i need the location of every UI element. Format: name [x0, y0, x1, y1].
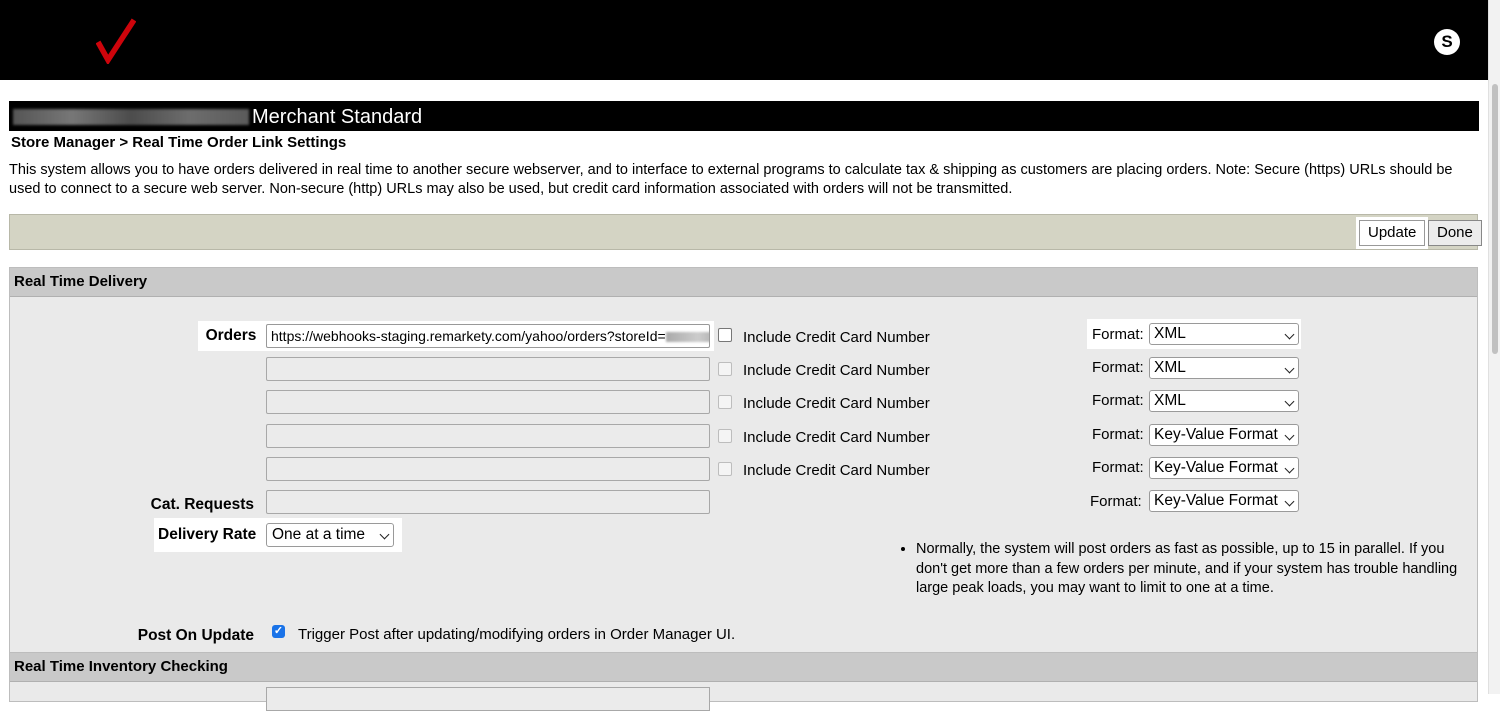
format-select-4[interactable]: Key-Value Format	[1149, 424, 1299, 446]
format-label-2: Format:	[1092, 359, 1144, 376]
format-value-4: Key-Value Format	[1154, 426, 1278, 443]
include-cc-checkbox-3[interactable]	[718, 395, 732, 409]
top-bar: S	[0, 0, 1488, 80]
include-cc-label-1: Include Credit Card Number	[743, 329, 930, 346]
include-cc-label-4: Include Credit Card Number	[743, 429, 930, 446]
chevron-down-icon	[1284, 363, 1295, 374]
orders-url-value: https://webhooks-staging.remarkety.com/y…	[271, 328, 666, 344]
intro-text: This system allows you to have orders de…	[9, 162, 1453, 197]
format-select-2[interactable]: XML	[1149, 357, 1299, 379]
include-cc-checkbox-2[interactable]	[718, 362, 732, 376]
post-on-update-text: Trigger Post after updating/modifying or…	[298, 626, 736, 643]
update-button[interactable]: Update	[1359, 220, 1426, 246]
chevron-down-icon	[1284, 396, 1295, 407]
orders-label: Orders	[198, 321, 264, 351]
action-bar: Update Done	[9, 214, 1482, 250]
cat-requests-format-select[interactable]: Key-Value Format	[1149, 490, 1299, 512]
chevron-down-icon	[1284, 463, 1295, 474]
format-value-1: XML	[1154, 325, 1186, 342]
include-cc-checkbox-4[interactable]	[718, 429, 732, 443]
chevron-down-icon	[1284, 430, 1295, 441]
include-cc-label-3: Include Credit Card Number	[743, 395, 930, 412]
chevron-down-icon	[1284, 496, 1295, 507]
chevron-down-icon	[1284, 329, 1295, 340]
real-time-delivery-section: Real Time Delivery Orders Cat. Requests …	[9, 267, 1478, 653]
format-select-3[interactable]: XML	[1149, 390, 1299, 412]
cat-requests-format-label: Format:	[1090, 493, 1142, 510]
include-cc-label-5: Include Credit Card Number	[743, 462, 930, 479]
format-label-1: Format:	[1092, 326, 1144, 343]
delivery-rate-note: Normally, the system will post orders as…	[900, 540, 1472, 599]
breadcrumb: Store Manager > Real Time Order Link Set…	[11, 134, 347, 151]
scrollbar-thumb[interactable]	[1492, 84, 1498, 354]
format-label-4: Format:	[1092, 426, 1144, 443]
orders-url-field-5[interactable]	[266, 457, 710, 481]
include-cc-checkbox-1[interactable]	[718, 328, 732, 342]
format-value-5: Key-Value Format	[1154, 459, 1278, 476]
format-label-3: Format:	[1092, 392, 1144, 409]
verizon-check-icon[interactable]	[96, 18, 136, 64]
orders-url-field-1[interactable]: https://webhooks-staging.remarkety.com/y…	[266, 324, 710, 348]
delivery-rate-select[interactable]: One at a time	[266, 523, 394, 547]
real-time-inventory-section: Real Time Inventory Checking	[9, 652, 1478, 711]
orders-url-field-4[interactable]	[266, 424, 710, 448]
user-avatar[interactable]: S	[1434, 29, 1460, 55]
cat-requests-field[interactable]	[266, 490, 710, 514]
orders-url-field-3[interactable]	[266, 390, 710, 414]
cat-requests-label: Cat. Requests	[150, 496, 254, 513]
include-cc-checkbox-5[interactable]	[718, 462, 732, 476]
chevron-down-icon	[379, 529, 390, 540]
section-title: Real Time Inventory Checking	[10, 653, 1477, 682]
redacted-store-id	[665, 332, 709, 343]
section-title: Real Time Delivery	[10, 268, 1477, 297]
format-value-2: XML	[1154, 359, 1186, 376]
post-on-update-label: Post On Update	[137, 627, 254, 644]
orders-url-field-2[interactable]	[266, 357, 710, 381]
store-plan: Merchant Standard	[252, 105, 423, 128]
delivery-rate-value: One at a time	[272, 526, 366, 543]
format-select-5[interactable]: Key-Value Format	[1149, 457, 1299, 479]
include-cc-label-2: Include Credit Card Number	[743, 362, 930, 379]
page-scrollbar[interactable]	[1488, 0, 1500, 694]
post-on-update-checkbox[interactable]: ✓	[272, 625, 285, 638]
format-value-3: XML	[1154, 392, 1186, 409]
done-button[interactable]: Done	[1428, 220, 1482, 246]
cat-requests-format-value: Key-Value Format	[1154, 492, 1278, 509]
store-header: Merchant Standard	[9, 101, 1479, 131]
inventory-field[interactable]	[266, 687, 710, 711]
format-label-5: Format:	[1092, 459, 1144, 476]
redacted-store-name	[13, 108, 249, 125]
delivery-rate-note-text: Normally, the system will post orders as…	[916, 540, 1472, 599]
format-select-1[interactable]: XML	[1149, 323, 1299, 345]
